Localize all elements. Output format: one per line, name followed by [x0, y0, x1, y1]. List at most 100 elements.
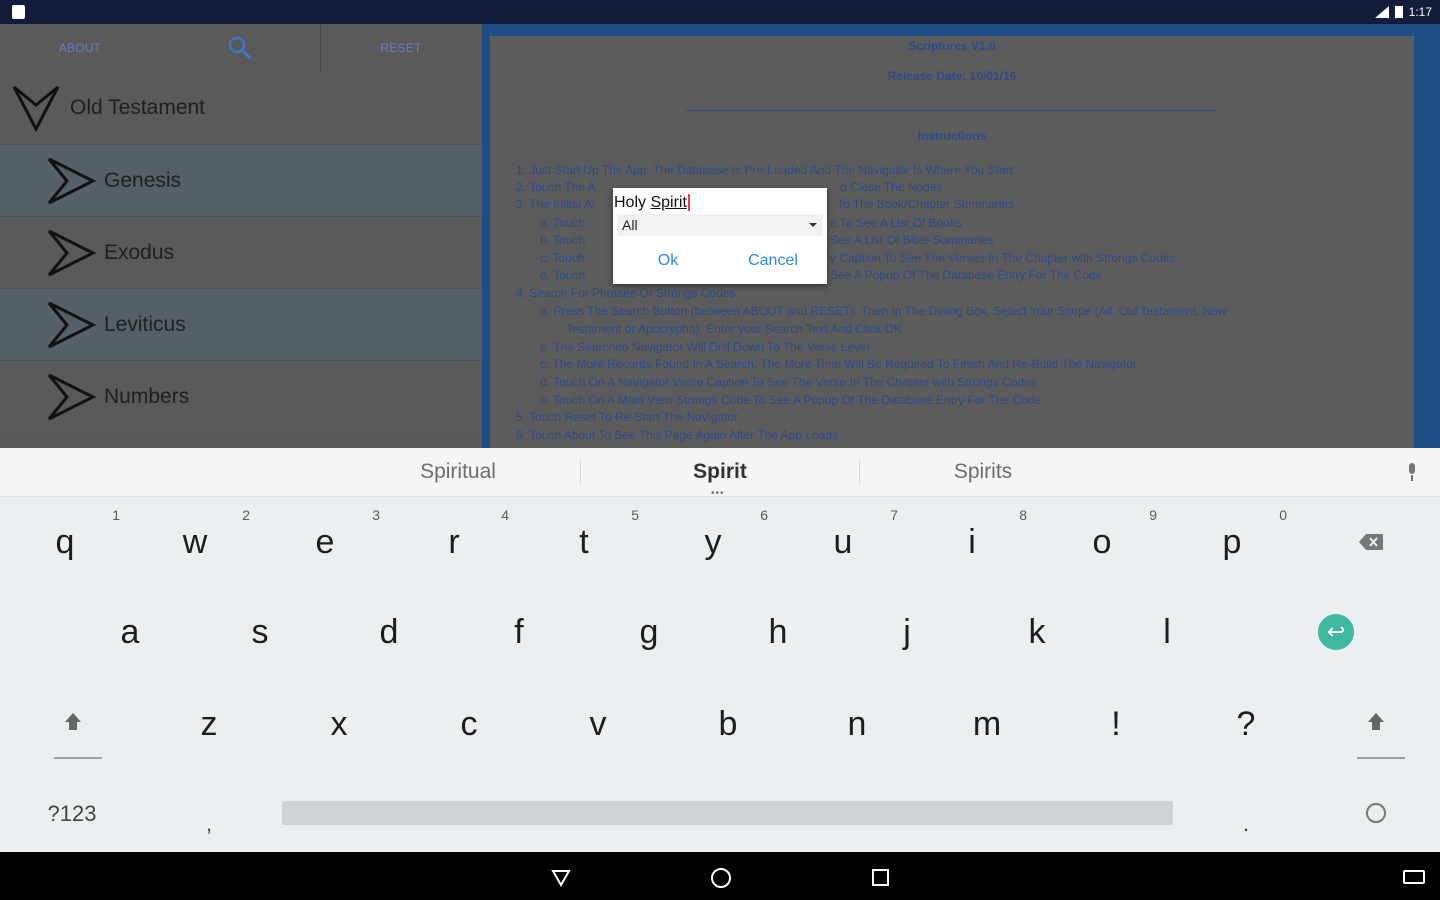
key-hint: 7: [890, 507, 898, 523]
suggestion-right[interactable]: Spirits: [860, 448, 1106, 496]
key-y[interactable]: y6: [648, 497, 778, 587]
scope-select[interactable]: All: [617, 214, 823, 236]
text-caret: [687, 194, 690, 212]
tree-node-leviticus[interactable]: Leviticus: [0, 288, 482, 360]
chevron-right-icon: [47, 157, 96, 204]
key-t[interactable]: t5: [519, 497, 649, 587]
key-l[interactable]: l: [1102, 587, 1232, 677]
key-o[interactable]: o9: [1037, 497, 1167, 587]
key-n[interactable]: n: [792, 679, 922, 769]
key-p[interactable]: p0: [1167, 497, 1297, 587]
doc-line: b. The Searched Navigator Will Drill Dow…: [540, 340, 870, 354]
key-question[interactable]: ?: [1181, 679, 1311, 769]
search-button[interactable]: [160, 24, 321, 72]
key-label: u: [833, 522, 853, 561]
doc-line: 2. Touch The A: [516, 180, 596, 194]
tree-node-exodus[interactable]: Exodus: [0, 216, 482, 288]
tree-node-label: Old Testament: [70, 96, 206, 119]
status-time: 1:17: [1408, 5, 1432, 19]
shift-left-icon[interactable]: [63, 713, 83, 733]
back-icon[interactable]: [551, 869, 571, 887]
enter-icon: ↩: [1326, 619, 1346, 644]
key-a[interactable]: a: [65, 587, 195, 677]
key-v[interactable]: v: [533, 679, 663, 769]
doc-line: d Close The Nodes: [840, 180, 943, 194]
navigator-pane: ABOUT RESET Old Testament Genesis Exodus…: [0, 24, 482, 448]
key-z[interactable]: z: [144, 679, 274, 769]
search-text-prefix: Holy: [614, 194, 651, 211]
key-label: w: [182, 522, 208, 561]
chevron-right-icon: [47, 301, 96, 348]
key-hint: 9: [1149, 507, 1157, 523]
key-c[interactable]: c: [404, 679, 534, 769]
key-u[interactable]: u7: [778, 497, 908, 587]
shift-right-underline: [1357, 757, 1405, 759]
tree-node-genesis[interactable]: Genesis: [0, 144, 482, 216]
key-f[interactable]: f: [454, 587, 584, 677]
key-label: o: [1092, 522, 1112, 561]
chevron-down-icon: [12, 85, 60, 133]
mic-icon[interactable]: [1407, 463, 1417, 481]
ok-button[interactable]: Ok: [623, 246, 713, 276]
search-dialog: Holy Spirit All Ok Cancel: [613, 188, 827, 284]
emoji-icon[interactable]: [1366, 803, 1386, 823]
key-hint: 0: [1279, 507, 1287, 523]
spacebar[interactable]: [282, 801, 1173, 825]
key-x[interactable]: x: [274, 679, 404, 769]
enter-key[interactable]: ↩: [1318, 614, 1354, 650]
tree-node-numbers[interactable]: Numbers: [0, 360, 482, 432]
key-hint: 8: [1019, 507, 1027, 523]
doc-line: See A List Of Bible Summaries: [830, 233, 994, 247]
key-hint: 6: [760, 507, 768, 523]
key-k[interactable]: k: [972, 587, 1102, 677]
key-e[interactable]: e3: [260, 497, 390, 587]
scope-selected-value: All: [622, 217, 638, 233]
backspace-key[interactable]: [1306, 497, 1436, 587]
doc-title: Scriptures V1.0: [908, 39, 996, 53]
key-label: p: [1222, 522, 1242, 561]
tree-node-old-testament[interactable]: Old Testament: [0, 72, 482, 144]
suggestion-left[interactable]: Spiritual: [310, 448, 606, 496]
chevron-right-icon: [47, 229, 96, 276]
shift-right-icon[interactable]: [1366, 713, 1386, 733]
key-g[interactable]: g: [584, 587, 714, 677]
doc-line: e To See A List Of Books: [830, 216, 962, 230]
shift-left-underline: [54, 757, 102, 759]
home-icon[interactable]: [711, 868, 731, 888]
key-i[interactable]: i8: [907, 497, 1037, 587]
key-b[interactable]: b: [663, 679, 793, 769]
key-q[interactable]: q1: [0, 497, 130, 587]
doc-divider: [686, 110, 1216, 111]
doc-line: To The Book/Chapter Summaries: [837, 197, 1015, 211]
about-button[interactable]: ABOUT: [0, 24, 160, 72]
search-icon: [228, 36, 252, 60]
key-label: y: [704, 522, 722, 561]
doc-line: y Caption To See The Verses In The Chapt…: [830, 251, 1176, 265]
doc-instructions-heading: Instructions: [917, 129, 987, 143]
key-s[interactable]: s: [195, 587, 325, 677]
search-text-word: Spirit: [650, 194, 687, 211]
keyboard-switch-icon[interactable]: [1403, 870, 1425, 884]
key-r[interactable]: r4: [389, 497, 519, 587]
symbols-key[interactable]: ?123: [7, 769, 137, 859]
key-h[interactable]: h: [713, 587, 843, 677]
recent-apps-icon[interactable]: [872, 869, 889, 886]
key-j[interactable]: j: [842, 587, 972, 677]
key-hint: 5: [631, 507, 639, 523]
suggestion-divider: [580, 460, 581, 484]
key-label: r: [448, 522, 460, 561]
key-w[interactable]: w2: [130, 497, 260, 587]
reset-button[interactable]: RESET: [320, 24, 482, 72]
key-label: t: [579, 522, 589, 561]
signal-icon: [1374, 6, 1389, 18]
search-input[interactable]: Holy Spirit: [613, 192, 828, 214]
status-icons: 1:17: [1374, 4, 1432, 20]
tree-node-label: Exodus: [104, 240, 175, 264]
key-d[interactable]: d: [324, 587, 454, 677]
key-m[interactable]: m: [922, 679, 1052, 769]
key-exclamation[interactable]: !: [1051, 679, 1181, 769]
tree-node-label: Leviticus: [104, 312, 186, 336]
cancel-button[interactable]: Cancel: [725, 246, 821, 276]
tree-node-label: Numbers: [104, 384, 190, 408]
key-hint: 3: [372, 507, 380, 523]
